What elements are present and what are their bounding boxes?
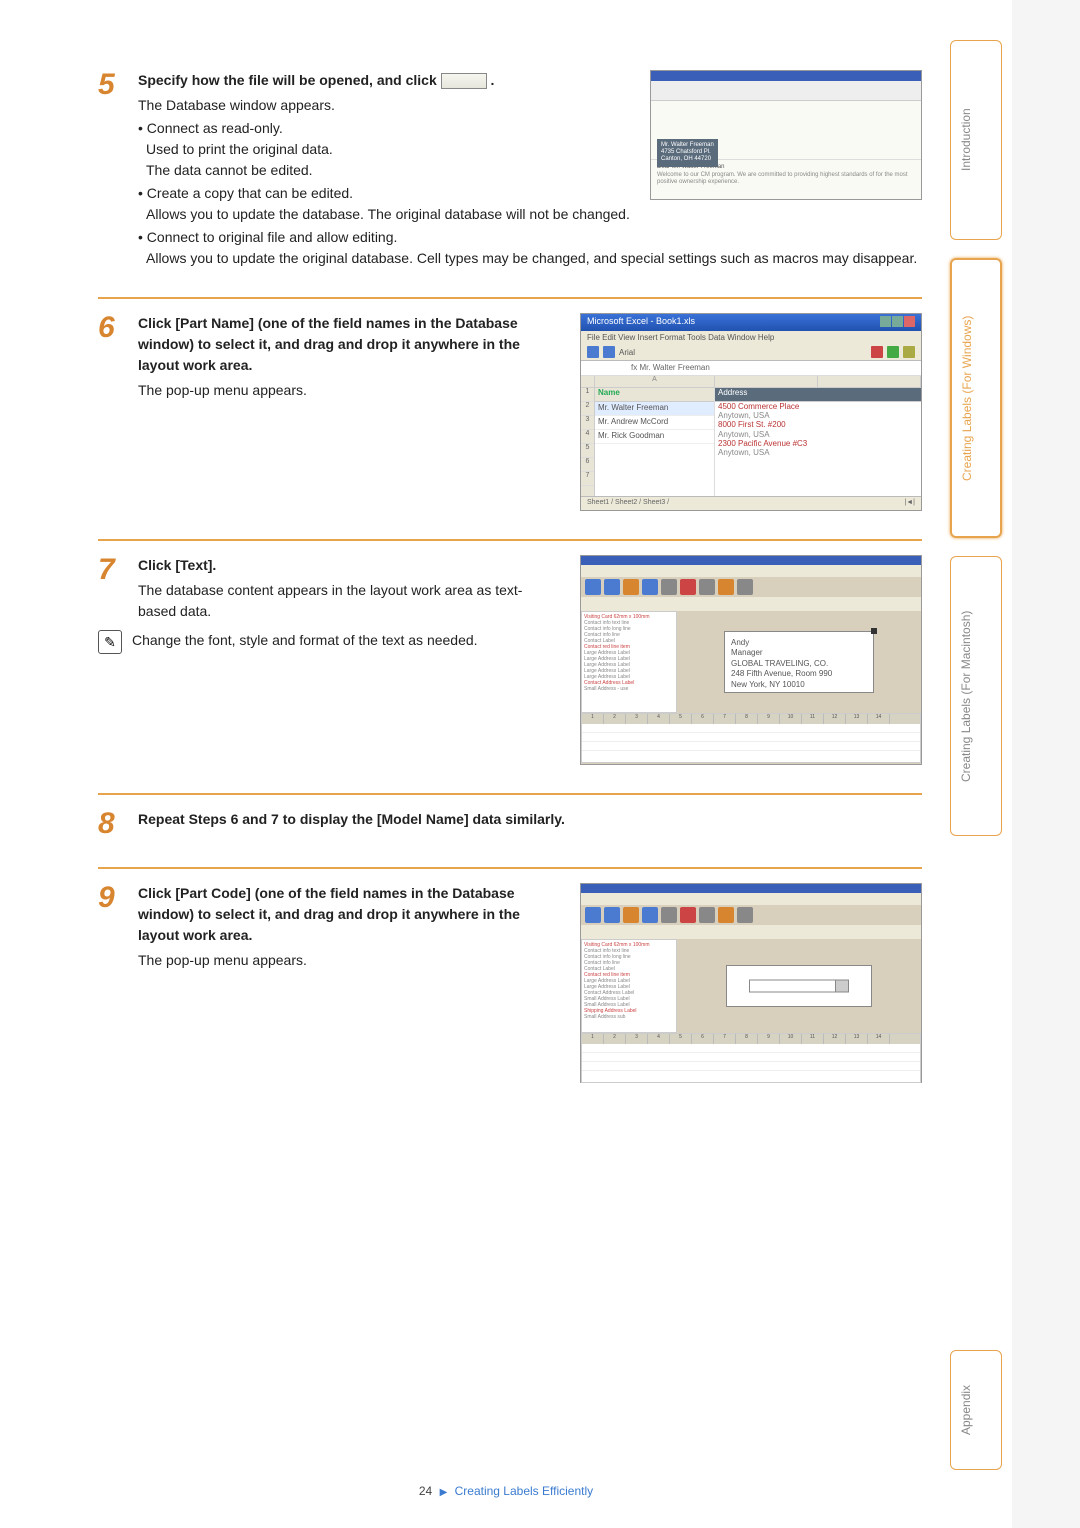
step7-title: Click [Text]. (138, 555, 560, 576)
open-button-image (441, 73, 487, 89)
step-number: 5 (98, 70, 130, 100)
excel-title: Microsoft Excel - Book1.xls (587, 316, 695, 329)
step5-desc: The Database window appears. (138, 95, 630, 116)
excel-cell: Mr. Rick Goodman (595, 430, 714, 444)
excel-cell: Mr. Walter Freeman (595, 402, 714, 416)
footer-link[interactable]: Creating Labels Efficiently (455, 1484, 594, 1498)
screenshot-ptouch-barcode: Visiting Card 62mm x 100mm Contact info … (580, 883, 922, 1083)
step5-title-a: Specify how the file will be opened, and… (138, 72, 441, 88)
excel-address: 4500 Commerce Place Anytown, USA 8000 Fi… (715, 402, 921, 457)
excel-toolbar: Arial (581, 344, 921, 361)
step7-desc: The database content appears in the layo… (138, 580, 560, 622)
step-number: 9 (98, 883, 130, 913)
pt-label-empty (726, 965, 872, 1007)
window-buttons (879, 316, 915, 329)
pt-database-grid: 1234567891011121314 (581, 1033, 921, 1083)
step6-title: Click [Part Name] (one of the field name… (138, 313, 560, 376)
pt-database-grid: 1234567891011121314 (581, 713, 921, 763)
step5-b2: • Create a copy that can be edited. (138, 183, 630, 204)
address-label: Mr. Walter Freeman 4735 Chatsford Pl. Ca… (657, 139, 718, 167)
triangle-icon: ▶ (440, 1487, 448, 1498)
step-number: 8 (98, 809, 130, 839)
tab-windows[interactable]: Creating Labels (For Windows) (950, 258, 1002, 538)
step5-b2a: Allows you to update the database. The o… (146, 204, 922, 225)
excel-menu: File Edit View Insert Format Tools Data … (581, 331, 921, 344)
pt-field-dropdown (749, 980, 849, 993)
tab-appendix[interactable]: Appendix (950, 1350, 1002, 1470)
step5-title: Specify how the file will be opened, and… (138, 70, 630, 91)
tab-introduction[interactable]: Introduction (950, 40, 1002, 240)
letter-body: Welcome to our CM program. We are commit… (657, 172, 915, 186)
step-number: 6 (98, 313, 130, 343)
excel-sheet-tabs: Sheet1 / Sheet2 / Sheet3 / (587, 499, 669, 511)
step5-b3a: Allows you to update the original databa… (146, 248, 922, 269)
pt-side-panel: Visiting Card 62mm x 100mm Contact info … (581, 611, 677, 713)
screenshot-ptouch-text: Visiting Card 62mm x 100mm Contact info … (580, 555, 922, 765)
excel-col-a-header: Name (595, 388, 714, 402)
pt-side-panel: Visiting Card 62mm x 100mm Contact info … (581, 939, 677, 1033)
excel-col-b-header: Address (715, 388, 921, 402)
step9-desc: The pop-up menu appears. (138, 950, 560, 971)
step8-title: Repeat Steps 6 and 7 to display the [Mod… (138, 809, 922, 830)
step7-note: Change the font, style and format of the… (132, 630, 560, 651)
step5-b1: • Connect as read-only. (138, 118, 630, 139)
step5-title-b: . (491, 72, 495, 88)
screenshot-excel: Microsoft Excel - Book1.xls File Edit Vi… (580, 313, 922, 511)
pt-label-preview: Andy Manager GLOBAL TRAVELING, CO. 248 F… (724, 631, 874, 693)
step5-b1b: The data cannot be edited. (146, 160, 630, 181)
note-icon: ✎ (98, 630, 122, 654)
step9-title: Click [Part Code] (one of the field name… (138, 883, 560, 946)
step-number: 7 (98, 555, 130, 585)
step5-b1a: Used to print the original data. (146, 139, 630, 160)
screenshot-word-doc: Mr. Walter Freeman 4735 Chatsford Pl. Ca… (650, 70, 922, 200)
page-footer: 24 ▶ Creating Labels Efficiently (0, 1484, 1012, 1498)
tab-macintosh[interactable]: Creating Labels (For Macintosh) (950, 556, 1002, 836)
excel-formula-bar: fx Mr. Walter Freeman (581, 361, 921, 376)
step6-desc: The pop-up menu appears. (138, 380, 560, 401)
excel-cell: Mr. Andrew McCord (595, 416, 714, 430)
step5-b3: • Connect to original file and allow edi… (138, 227, 922, 248)
page-number: 24 (419, 1484, 432, 1498)
excel-font: Arial (619, 348, 635, 357)
